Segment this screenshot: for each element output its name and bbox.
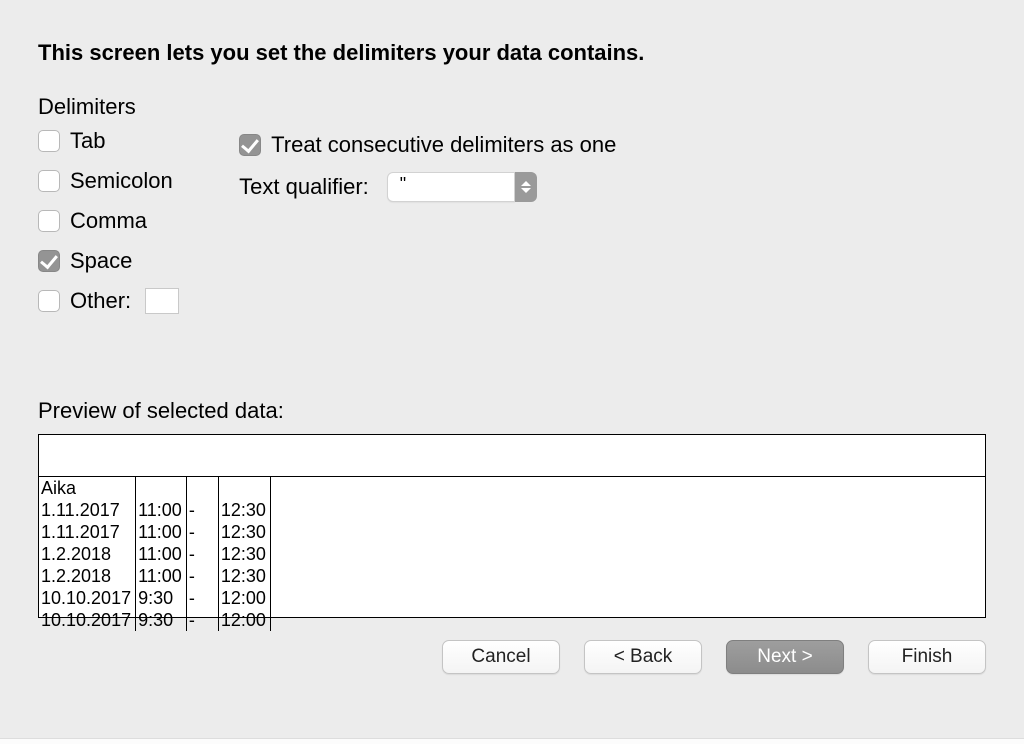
preview-cell: 10.10.2017 [39,587,136,609]
checkbox-consecutive[interactable] [239,134,261,156]
table-row: 1.2.201811:00-12:30 [39,543,270,565]
checkbox-other-label: Other: [70,288,131,314]
preview-header-cell [136,477,187,499]
text-qualifier-select[interactable]: " [387,172,537,202]
preview-cell: 12:30 [218,499,270,521]
checkbox-semicolon[interactable] [38,170,60,192]
preview-header-cell [186,477,218,499]
preview-cell: 12:30 [218,521,270,543]
table-row: 10.10.20179:30-12:00 [39,587,270,609]
checkbox-tab[interactable] [38,130,60,152]
checkbox-row-semicolon[interactable]: Semicolon [38,168,179,194]
preview-cell: 11:00 [136,499,187,521]
options-columns: Delimiters Tab Semicolon Comma Space Oth… [38,94,986,328]
checkbox-row-consecutive[interactable]: Treat consecutive delimiters as one [239,132,616,158]
preview-header-cell: Aika [39,477,136,499]
checkbox-space-label: Space [70,248,132,274]
checkbox-space[interactable] [38,250,60,272]
preview-header-strip [39,435,985,477]
checkbox-consecutive-label: Treat consecutive delimiters as one [271,132,616,158]
button-row: Cancel < Back Next > Finish [38,640,986,674]
page-title: This screen lets you set the delimiters … [38,40,986,66]
finish-button[interactable]: Finish [868,640,986,674]
bottom-edge [0,738,1024,744]
preview-cell: 10.10.2017 [39,609,136,631]
table-row: 1.11.201711:00-12:30 [39,499,270,521]
checkbox-tab-label: Tab [70,128,105,154]
back-button[interactable]: < Back [584,640,702,674]
preview-cell: - [186,543,218,565]
import-wizard-step: This screen lets you set the delimiters … [0,0,1024,702]
preview-cell: 11:00 [136,521,187,543]
table-row: 1.2.201811:00-12:30 [39,565,270,587]
preview-cell: - [186,587,218,609]
preview-cell: - [186,609,218,631]
preview-cell: 1.2.2018 [39,565,136,587]
text-qualifier-label: Text qualifier: [239,174,369,200]
preview-cell: - [186,521,218,543]
preview-cell: 1.11.2017 [39,521,136,543]
other-delimiter-input[interactable] [145,288,179,314]
preview-label: Preview of selected data: [38,398,986,424]
delimiters-group: Delimiters Tab Semicolon Comma Space Oth… [38,94,179,328]
checkbox-row-tab[interactable]: Tab [38,128,179,154]
table-row: 1.11.201711:00-12:30 [39,521,270,543]
checkbox-semicolon-label: Semicolon [70,168,173,194]
preview-cell: 1.2.2018 [39,543,136,565]
preview-box: Aika1.11.201711:00-12:301.11.201711:00-1… [38,434,986,618]
checkbox-other[interactable] [38,290,60,312]
preview-cell: 12:30 [218,565,270,587]
preview-cell: 12:00 [218,587,270,609]
preview-cell: 1.11.2017 [39,499,136,521]
checkbox-comma[interactable] [38,210,60,232]
next-button[interactable]: Next > [726,640,844,674]
text-qualifier-row: Text qualifier: " [239,172,616,202]
checkbox-row-space[interactable]: Space [38,248,179,274]
preview-cell: 9:30 [136,587,187,609]
preview-cell: 11:00 [136,565,187,587]
updown-icon [515,172,537,202]
delimiters-label: Delimiters [38,94,179,120]
checkbox-comma-label: Comma [70,208,147,234]
preview-table: Aika1.11.201711:00-12:301.11.201711:00-1… [39,477,985,631]
checkbox-row-comma[interactable]: Comma [38,208,179,234]
preview-cell: - [186,499,218,521]
preview-header-cell [218,477,270,499]
text-qualifier-value: " [387,172,515,202]
preview-cell: 12:30 [218,543,270,565]
table-row: 10.10.20179:30-12:00 [39,609,270,631]
preview-cell: 9:30 [136,609,187,631]
preview-cell: 11:00 [136,543,187,565]
options-group: Treat consecutive delimiters as one Text… [239,94,616,328]
preview-cell: - [186,565,218,587]
checkbox-row-other[interactable]: Other: [38,288,179,314]
cancel-button[interactable]: Cancel [442,640,560,674]
preview-cell: 12:00 [218,609,270,631]
